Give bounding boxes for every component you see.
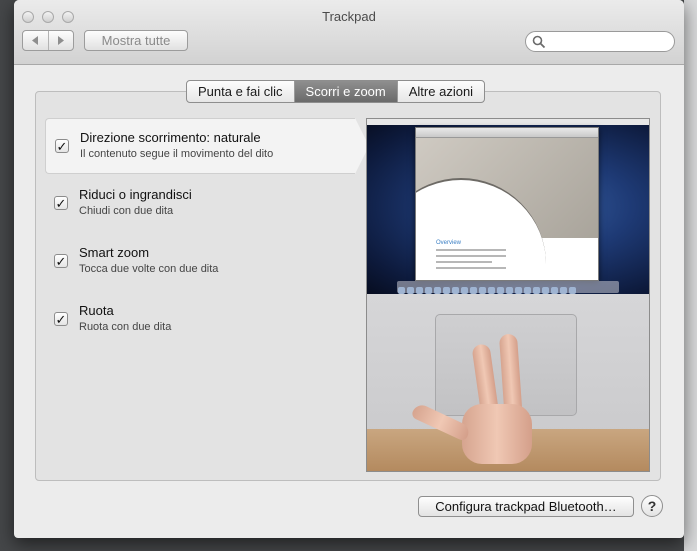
option-subtitle: Il contenuto segue il movimento del dito: [80, 148, 274, 160]
preview-doc-heading: Overview: [436, 240, 462, 246]
checkbox-scroll-direction[interactable]: ✓: [55, 139, 69, 153]
checkbox-smart-zoom[interactable]: ✓: [54, 254, 68, 268]
hand-palm-icon: [462, 404, 532, 464]
configure-bluetooth-trackpad-button[interactable]: Configura trackpad Bluetooth…: [418, 496, 634, 517]
gesture-preview-video: Overview: [366, 118, 650, 472]
back-forward-control: [22, 30, 74, 51]
option-title: Ruota: [79, 303, 114, 318]
tab-more-gestures[interactable]: Altre azioni: [396, 81, 484, 102]
option-smart-zoom[interactable]: ✓ Smart zoom Tocca due volte con due dit…: [45, 234, 355, 290]
preview-screen: Overview: [367, 119, 649, 294]
option-title: Smart zoom: [79, 245, 150, 260]
back-button[interactable]: [23, 31, 48, 50]
preview-menubar: [367, 119, 649, 125]
option-title: Direzione scorrimento: naturale: [80, 130, 261, 145]
tab-bar: Punta e fai clic Scorri e zoom Altre azi…: [186, 80, 486, 103]
option-title: Riduci o ingrandisci: [79, 187, 192, 202]
window-title: Trackpad: [322, 9, 376, 24]
option-subtitle: Tocca due volte con due dita: [79, 263, 219, 275]
checkbox-rotate[interactable]: ✓: [54, 312, 68, 326]
option-zoom-in-out[interactable]: ✓ Riduci o ingrandisci Chiudi con due di…: [45, 176, 355, 232]
checkbox-zoom-in-out[interactable]: ✓: [54, 196, 68, 210]
preview-laptop-base: [367, 294, 649, 471]
preferences-window: Trackpad Mostra tutte Punta e fai clic S…: [14, 0, 684, 538]
option-subtitle: Chiudi con due dita: [79, 205, 174, 217]
help-button[interactable]: ?: [641, 495, 663, 517]
option-subtitle: Ruota con due dita: [79, 321, 172, 333]
chevron-right-icon: [57, 36, 64, 45]
option-rotate[interactable]: ✓ Ruota Ruota con due dita: [45, 292, 355, 348]
search-field[interactable]: [525, 31, 675, 52]
tab-scroll-and-zoom[interactable]: Scorri e zoom: [293, 81, 397, 102]
forward-button[interactable]: [47, 31, 74, 50]
search-input[interactable]: [550, 34, 668, 49]
show-all-button[interactable]: Mostra tutte: [84, 30, 188, 51]
preview-document: Overview: [415, 127, 599, 281]
preview-dock: [397, 281, 619, 294]
title-bar: Trackpad Mostra tutte: [14, 0, 684, 65]
tab-point-and-click[interactable]: Punta e fai clic: [187, 81, 294, 102]
search-icon: [532, 35, 546, 49]
chevron-left-icon: [32, 36, 39, 45]
option-scroll-direction[interactable]: ✓ Direzione scorrimento: naturale Il con…: [45, 118, 369, 174]
desktop-background: [684, 0, 697, 551]
